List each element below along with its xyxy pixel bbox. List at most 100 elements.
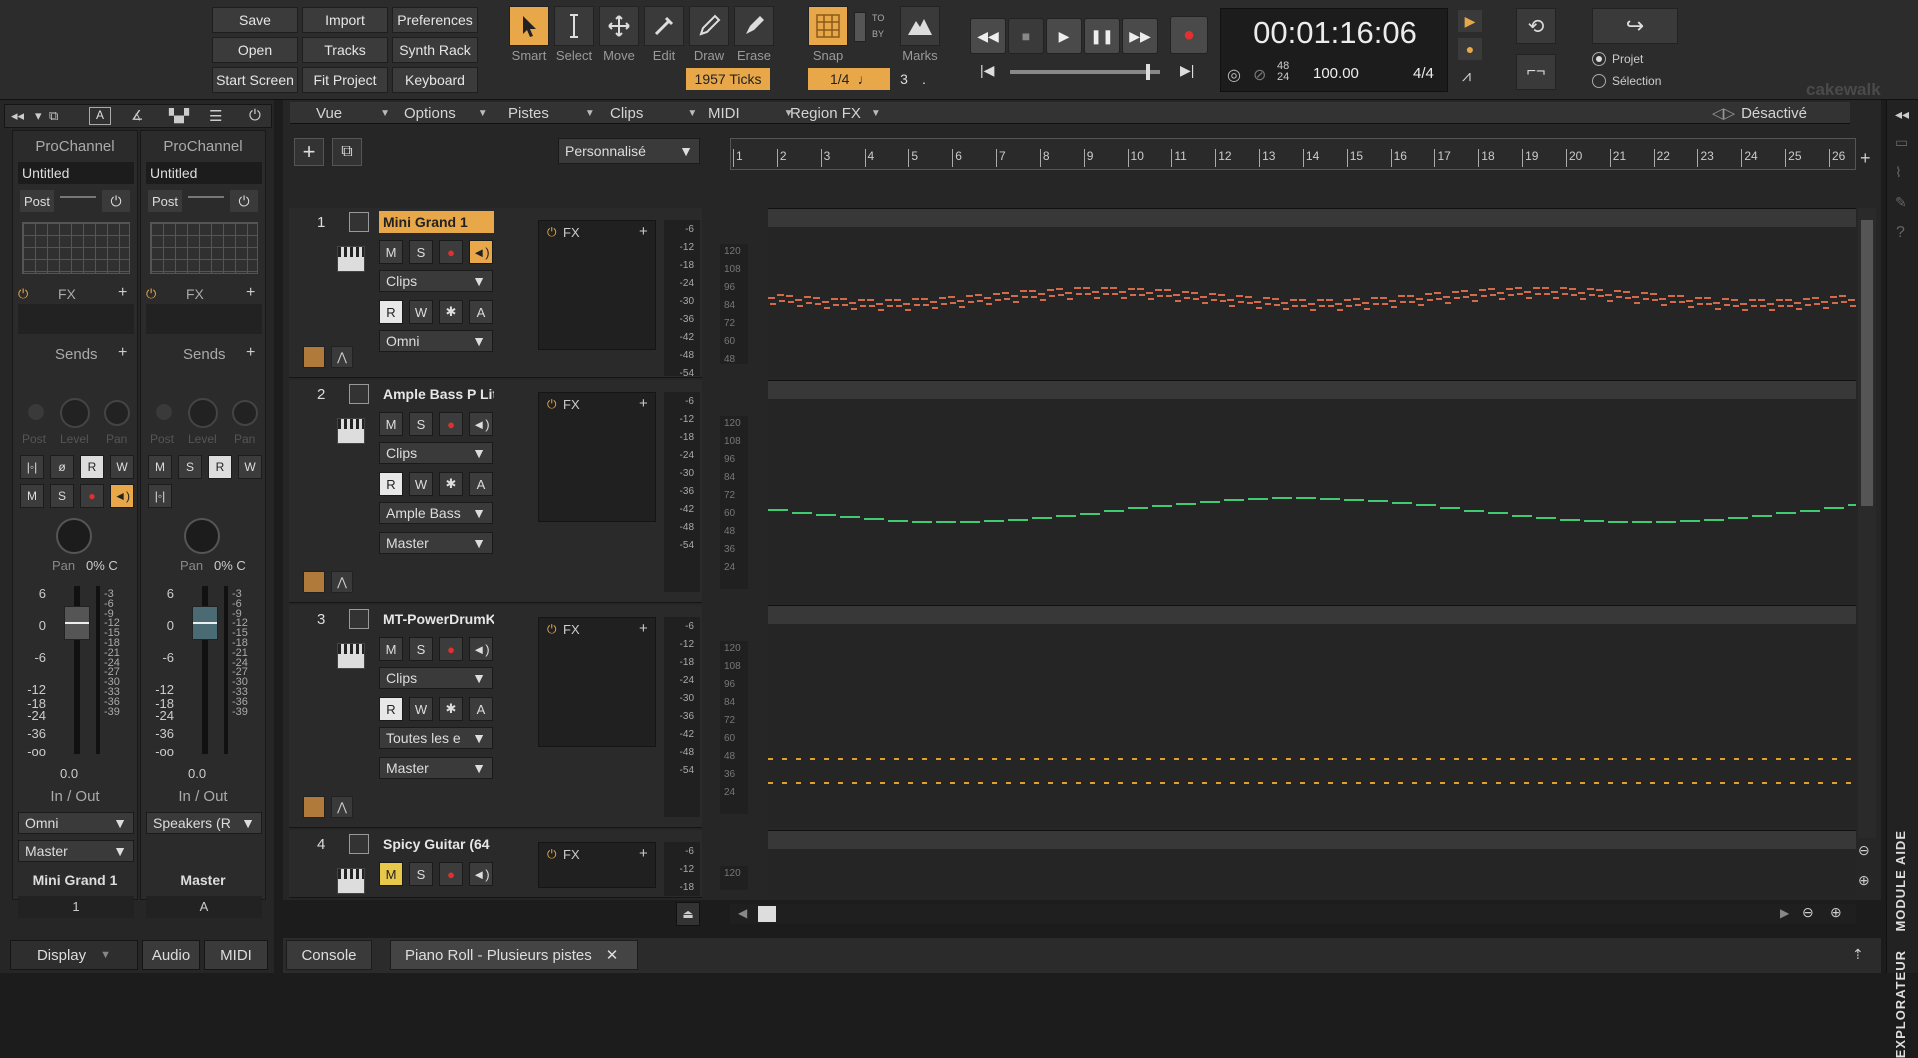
track-template-select[interactable]: Personnalisé ▼ bbox=[558, 138, 700, 164]
keyboard-button[interactable]: Keyboard bbox=[392, 67, 478, 93]
notes-icon[interactable]: ✎ bbox=[1895, 194, 1907, 211]
mute-button[interactable]: M bbox=[379, 240, 403, 264]
clip-lane[interactable] bbox=[768, 380, 1856, 603]
track-edit-icon[interactable] bbox=[303, 346, 325, 368]
automation-lane-button[interactable]: ⋀ bbox=[331, 346, 353, 368]
now-slider[interactable] bbox=[1010, 70, 1160, 74]
automation-lane-button[interactable]: ⋀ bbox=[331, 796, 353, 818]
menu-region-fx[interactable]: Region FX ▼ bbox=[790, 102, 881, 124]
fx-power-icon[interactable]: ⏻ bbox=[547, 225, 557, 240]
clip-header[interactable] bbox=[768, 381, 1856, 399]
add-fx-icon[interactable]: + bbox=[246, 284, 255, 302]
preferences-button[interactable]: Preferences bbox=[392, 7, 478, 33]
track-edit-icon[interactable] bbox=[303, 571, 325, 593]
write-button[interactable]: W bbox=[238, 455, 262, 479]
mute-button[interactable]: M bbox=[20, 484, 44, 508]
expand-dock-icon[interactable]: ⇡ bbox=[1852, 946, 1864, 963]
input-select[interactable]: Toutes les e ▼ bbox=[379, 727, 493, 749]
write-button[interactable]: W bbox=[409, 300, 433, 324]
output-select[interactable]: Master ▼ bbox=[379, 757, 493, 779]
fx-power-icon[interactable]: ⏻ bbox=[146, 286, 156, 302]
punch-range-button[interactable]: ⌐¬ bbox=[1516, 54, 1556, 90]
strip-track-name[interactable]: Master bbox=[142, 872, 264, 888]
add-fx-icon[interactable]: + bbox=[639, 845, 648, 862]
fast-forward-button[interactable]: ▶▶ bbox=[1122, 18, 1158, 54]
channel-input-echo-button[interactable]: |◦| bbox=[20, 455, 44, 479]
fx-power-icon[interactable]: ⏻ bbox=[547, 622, 557, 637]
add-fx-icon[interactable]: + bbox=[118, 284, 127, 302]
selection-radio[interactable] bbox=[1592, 74, 1606, 88]
projet-radio[interactable] bbox=[1592, 52, 1606, 66]
read-button[interactable]: R bbox=[379, 697, 403, 721]
meter-field[interactable]: 4/4 bbox=[1413, 65, 1434, 82]
waveform-icon[interactable]: ▚▞ bbox=[169, 108, 189, 124]
track-name[interactable]: Mini Grand 1 bbox=[379, 211, 494, 233]
track-name[interactable]: Spicy Guitar (64 I bbox=[379, 833, 494, 855]
post-button[interactable]: Post bbox=[20, 190, 54, 212]
fx-bin[interactable]: ⏻ FX + bbox=[538, 842, 656, 888]
automation-button[interactable]: ✱ bbox=[439, 472, 463, 496]
read-button[interactable]: R bbox=[208, 455, 232, 479]
prochannel-preset[interactable]: Untitled bbox=[18, 162, 134, 184]
read-button[interactable]: R bbox=[379, 300, 403, 324]
clip-header[interactable] bbox=[768, 831, 1856, 849]
fx-power-icon[interactable]: ⏻ bbox=[547, 847, 557, 862]
eq-graph[interactable] bbox=[22, 222, 130, 274]
solo-button[interactable]: S bbox=[178, 455, 202, 479]
metronome-off-icon[interactable]: ⊘ bbox=[1253, 65, 1266, 85]
save-button[interactable]: Save bbox=[212, 7, 298, 33]
folder-icon[interactable]: ▭ bbox=[1895, 134, 1908, 151]
input-select[interactable]: Ample Bass ▼ bbox=[379, 502, 493, 524]
track-name[interactable]: MT-PowerDrumK bbox=[379, 608, 494, 630]
plugin-icon[interactable]: ⌇ bbox=[1895, 164, 1902, 181]
fx-bin[interactable]: ⏻ FX + bbox=[538, 220, 656, 350]
write-button[interactable]: W bbox=[110, 455, 134, 479]
automation-mode-button[interactable]: A bbox=[469, 300, 493, 324]
loop-play-button[interactable]: ▶ bbox=[1458, 10, 1482, 32]
rewind-button[interactable]: ◀◀ bbox=[970, 18, 1006, 54]
tab-console[interactable]: Console bbox=[286, 940, 372, 970]
clips-select[interactable]: Clips ▼ bbox=[379, 442, 493, 464]
prochannel-preset[interactable]: Untitled bbox=[146, 162, 262, 184]
volume-fader[interactable] bbox=[64, 606, 90, 640]
tab-audio[interactable]: Audio bbox=[142, 940, 200, 970]
input-select[interactable]: Omni ▼ bbox=[379, 330, 493, 352]
metronome-icon[interactable]: ⩘ bbox=[1462, 68, 1471, 86]
solo-button[interactable]: S bbox=[409, 862, 433, 886]
zoom-in-icon[interactable]: ⊕ bbox=[1830, 904, 1842, 921]
horizontal-scroll-thumb[interactable] bbox=[758, 906, 776, 922]
input-echo-button[interactable]: ◄) bbox=[469, 412, 493, 436]
close-icon[interactable]: ✕ bbox=[606, 946, 619, 964]
dropdown-small-icon[interactable]: ▾ bbox=[35, 108, 42, 124]
loop-button[interactable]: ⟲ bbox=[1516, 8, 1556, 44]
solo-button[interactable]: S bbox=[409, 637, 433, 661]
fit-project-button[interactable]: Fit Project bbox=[302, 67, 388, 93]
send-pan-knob[interactable] bbox=[104, 400, 130, 426]
send-post-indicator[interactable] bbox=[156, 404, 172, 420]
add-send-icon[interactable]: + bbox=[246, 344, 255, 362]
pan-knob[interactable] bbox=[184, 518, 220, 554]
sync-icon[interactable]: ◎ bbox=[1227, 65, 1241, 85]
marks-button[interactable] bbox=[900, 6, 940, 46]
clip-lane[interactable] bbox=[768, 605, 1856, 828]
fx-power-icon[interactable]: ⏻ bbox=[547, 397, 557, 412]
import-button[interactable]: Import bbox=[302, 7, 388, 33]
fx-bin[interactable]: ⏻ FX + bbox=[538, 617, 656, 747]
fx-bin[interactable]: ⏻ FX + bbox=[538, 392, 656, 522]
scroll-left-icon[interactable]: ◀ bbox=[738, 906, 747, 920]
record-button[interactable]: ● bbox=[1170, 16, 1208, 54]
collapse-right-icon[interactable]: ◂◂ bbox=[1895, 106, 1909, 123]
send-post-indicator[interactable] bbox=[28, 404, 44, 420]
phase-button[interactable]: ø bbox=[50, 455, 74, 479]
input-select[interactable]: Omni ▼ bbox=[18, 812, 134, 834]
add-fx-icon[interactable]: + bbox=[639, 223, 648, 240]
add-track-button[interactable]: + bbox=[294, 138, 324, 166]
aim-assist-icon[interactable]: A bbox=[89, 107, 111, 125]
input-echo-button[interactable]: ◄) bbox=[469, 240, 493, 264]
volume-fader[interactable] bbox=[192, 606, 218, 640]
power-button[interactable]: ⏻ bbox=[230, 190, 258, 212]
menu-clips[interactable]: Clips ▼ bbox=[610, 102, 697, 124]
solo-button[interactable]: S bbox=[409, 412, 433, 436]
tracks-button[interactable]: Tracks bbox=[302, 37, 388, 63]
menu-pistes[interactable]: Pistes ▼ bbox=[508, 102, 595, 124]
